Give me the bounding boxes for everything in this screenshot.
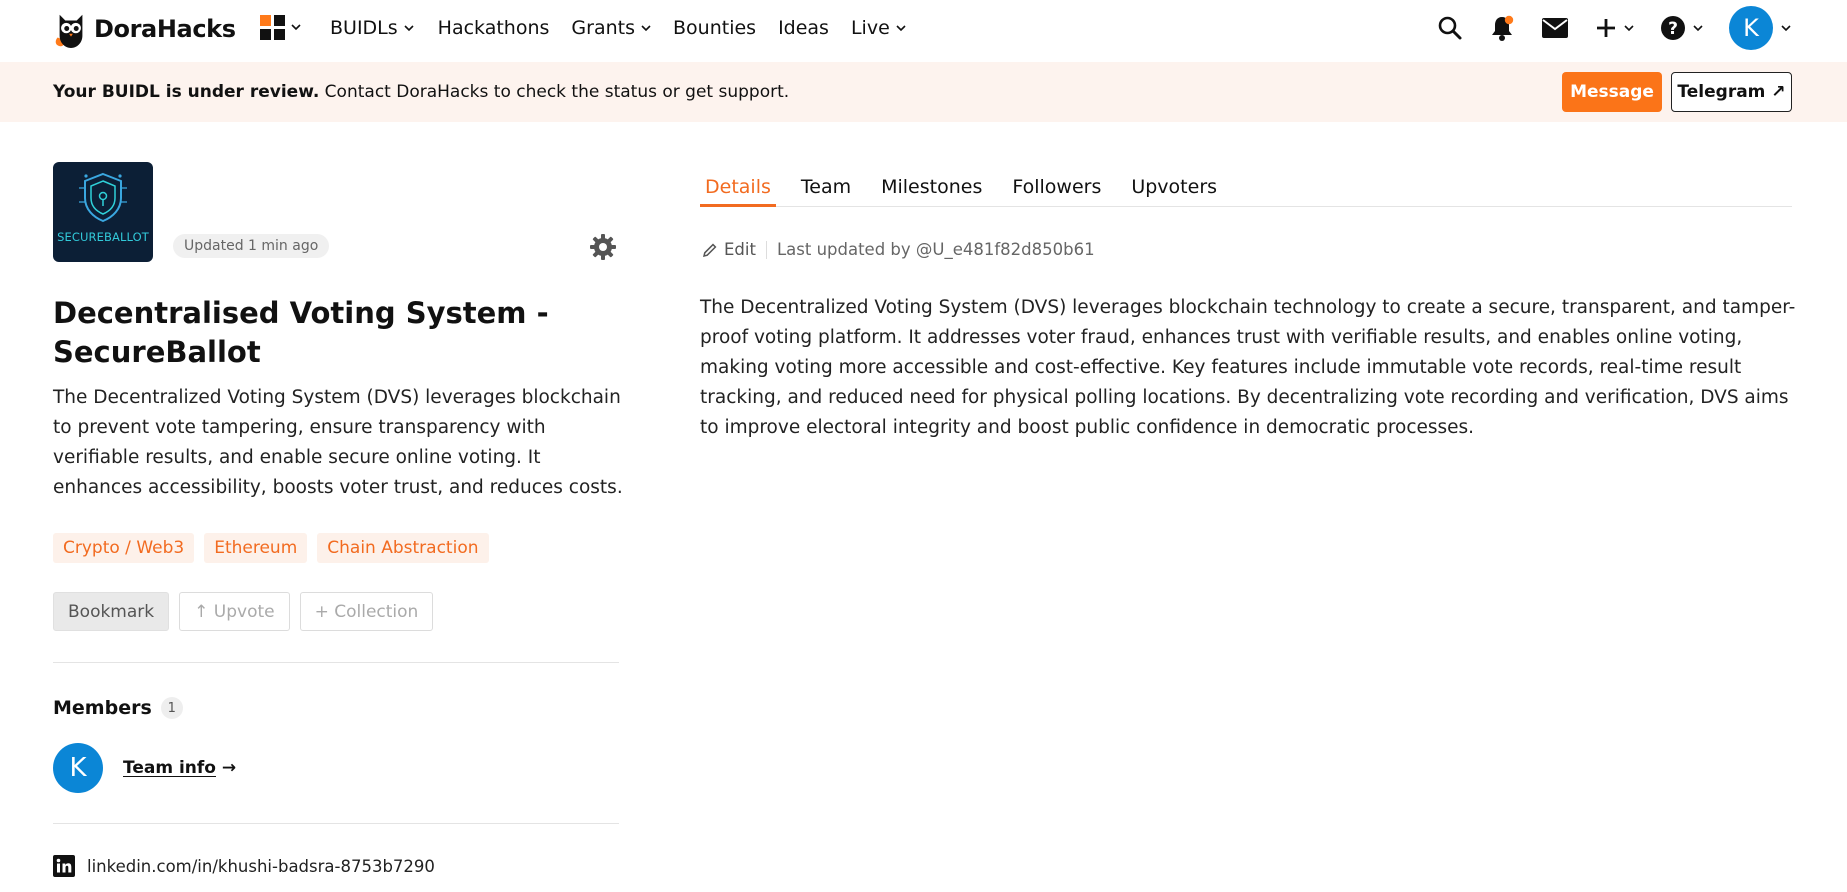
linkedin-icon — [53, 855, 75, 877]
tab-upvoters[interactable]: Upvoters — [1126, 170, 1222, 207]
help-menu-button[interactable]: ? — [1660, 15, 1703, 41]
members-label: Members — [53, 697, 152, 719]
linkedin-url: linkedin.com/in/khushi-badsra-8753b7290 — [87, 856, 435, 876]
tag[interactable]: Ethereum — [204, 533, 308, 563]
upvote-button[interactable]: ↑ Upvote — [179, 592, 290, 631]
shield-icon — [79, 172, 127, 223]
bookmark-button[interactable]: Bookmark — [53, 592, 170, 631]
nav-item-label: Grants — [571, 17, 635, 39]
chevron-down-icon — [291, 24, 301, 31]
dorahacks-logo[interactable]: DoraHacks — [52, 9, 236, 49]
details-description: The Decentralized Voting System (DVS) le… — [700, 297, 1796, 438]
nav-item-hackathons[interactable]: Hackathons — [438, 17, 550, 39]
chevron-down-icon — [896, 24, 906, 31]
tab-milestones[interactable]: Milestones — [876, 170, 987, 207]
project-summary: The Decentralized Voting System (DVS) le… — [53, 387, 623, 498]
messages-button[interactable] — [1541, 17, 1569, 39]
project-tabs: Details Team Milestones Followers Upvoters — [700, 170, 1792, 207]
chevron-down-icon — [404, 24, 414, 31]
last-updated-text: Last updated by @U_e481f82d850b61 — [776, 240, 1095, 259]
user-avatar: K — [1729, 6, 1773, 50]
chevron-down-icon — [641, 24, 651, 31]
updated-badge: Updated 1 min ago — [173, 234, 330, 258]
brand-name: DoraHacks — [94, 15, 236, 43]
nav-item-grants[interactable]: Grants — [571, 17, 651, 39]
separator — [765, 240, 767, 259]
nav-item-ideas[interactable]: Ideas — [778, 17, 829, 39]
team-info-label: Team info — [123, 758, 216, 778]
apps-menu-button[interactable] — [260, 15, 301, 40]
project-title: Decentralised Voting System - SecureBall… — [53, 296, 549, 369]
members-heading: Members 1 — [53, 697, 183, 719]
search-icon — [1438, 16, 1462, 40]
arrow-right-icon: → — [221, 758, 237, 778]
user-menu-button[interactable]: K — [1729, 6, 1791, 50]
top-navigation: DoraHacks BUIDLs Hackathons Grants Bounties… — [0, 0, 1847, 62]
review-banner: Your BUIDL is under review. Contact Dora… — [0, 62, 1847, 122]
details-meta-row: Edit Last updated by @U_e481f82d850b61 — [702, 240, 1095, 259]
message-button[interactable]: Message — [1562, 72, 1662, 112]
tab-team[interactable]: Team — [796, 170, 856, 207]
project-logo: SECUREBALLOT — [53, 162, 153, 262]
settings-gear-icon[interactable] — [589, 233, 617, 261]
help-icon: ? — [1661, 16, 1685, 40]
project-tags: Crypto / Web3 Ethereum Chain Abstraction — [53, 533, 489, 563]
main-nav: BUIDLs Hackathons Grants Bounties Ideas Live — [330, 0, 928, 56]
chevron-down-icon — [1624, 24, 1634, 31]
telegram-button[interactable]: Telegram ↗ — [1671, 72, 1792, 112]
tab-details[interactable]: Details — [700, 170, 776, 207]
team-info-link[interactable]: Team info → — [123, 758, 236, 778]
nav-item-label: Live — [850, 17, 890, 39]
banner-message: Your BUIDL is under review. Contact Dora… — [53, 82, 789, 102]
nav-item-label: Ideas — [778, 17, 829, 39]
nav-item-label: Hackathons — [437, 17, 550, 39]
project-actions: Bookmark ↑ Upvote + Collection — [53, 592, 434, 631]
pencil-icon — [702, 243, 717, 257]
mail-icon — [1542, 18, 1568, 38]
divider — [53, 662, 619, 663]
apps-grid-icon — [260, 15, 285, 40]
tag[interactable]: Chain Abstraction — [317, 533, 489, 563]
nav-item-label: Bounties — [673, 17, 757, 39]
members-count-badge: 1 — [160, 697, 183, 719]
nav-item-buidls[interactable]: BUIDLs — [330, 17, 414, 39]
linkedin-link[interactable]: linkedin.com/in/khushi-badsra-8753b7290 — [53, 855, 435, 877]
nav-item-live[interactable]: Live — [851, 17, 906, 39]
nav-item-bounties[interactable]: Bounties — [673, 17, 756, 39]
add-to-collection-button[interactable]: + Collection — [299, 592, 434, 631]
banner-body-text: Contact DoraHacks to check the status or… — [319, 82, 790, 102]
chevron-down-icon — [1693, 24, 1703, 31]
plus-icon — [1597, 19, 1615, 37]
divider — [53, 823, 619, 824]
edit-label: Edit — [724, 240, 756, 259]
bell-icon — [1492, 15, 1514, 41]
member-avatar[interactable]: K — [53, 743, 103, 793]
edit-button[interactable]: Edit — [702, 240, 756, 259]
svg-text:?: ? — [1668, 19, 1678, 39]
owl-logo-icon — [55, 14, 83, 48]
project-logo-text: SECUREBALLOT — [57, 230, 149, 244]
banner-bold-text: Your BUIDL is under review. — [53, 82, 320, 102]
search-button[interactable] — [1437, 15, 1463, 41]
create-menu-button[interactable] — [1595, 17, 1634, 39]
notifications-button[interactable] — [1489, 14, 1515, 42]
nav-item-label: BUIDLs — [330, 17, 398, 39]
chevron-down-icon — [1781, 24, 1791, 31]
tag[interactable]: Crypto / Web3 — [53, 533, 195, 563]
nav-actions: ? K — [1411, 6, 1791, 50]
tab-followers[interactable]: Followers — [1007, 170, 1106, 207]
